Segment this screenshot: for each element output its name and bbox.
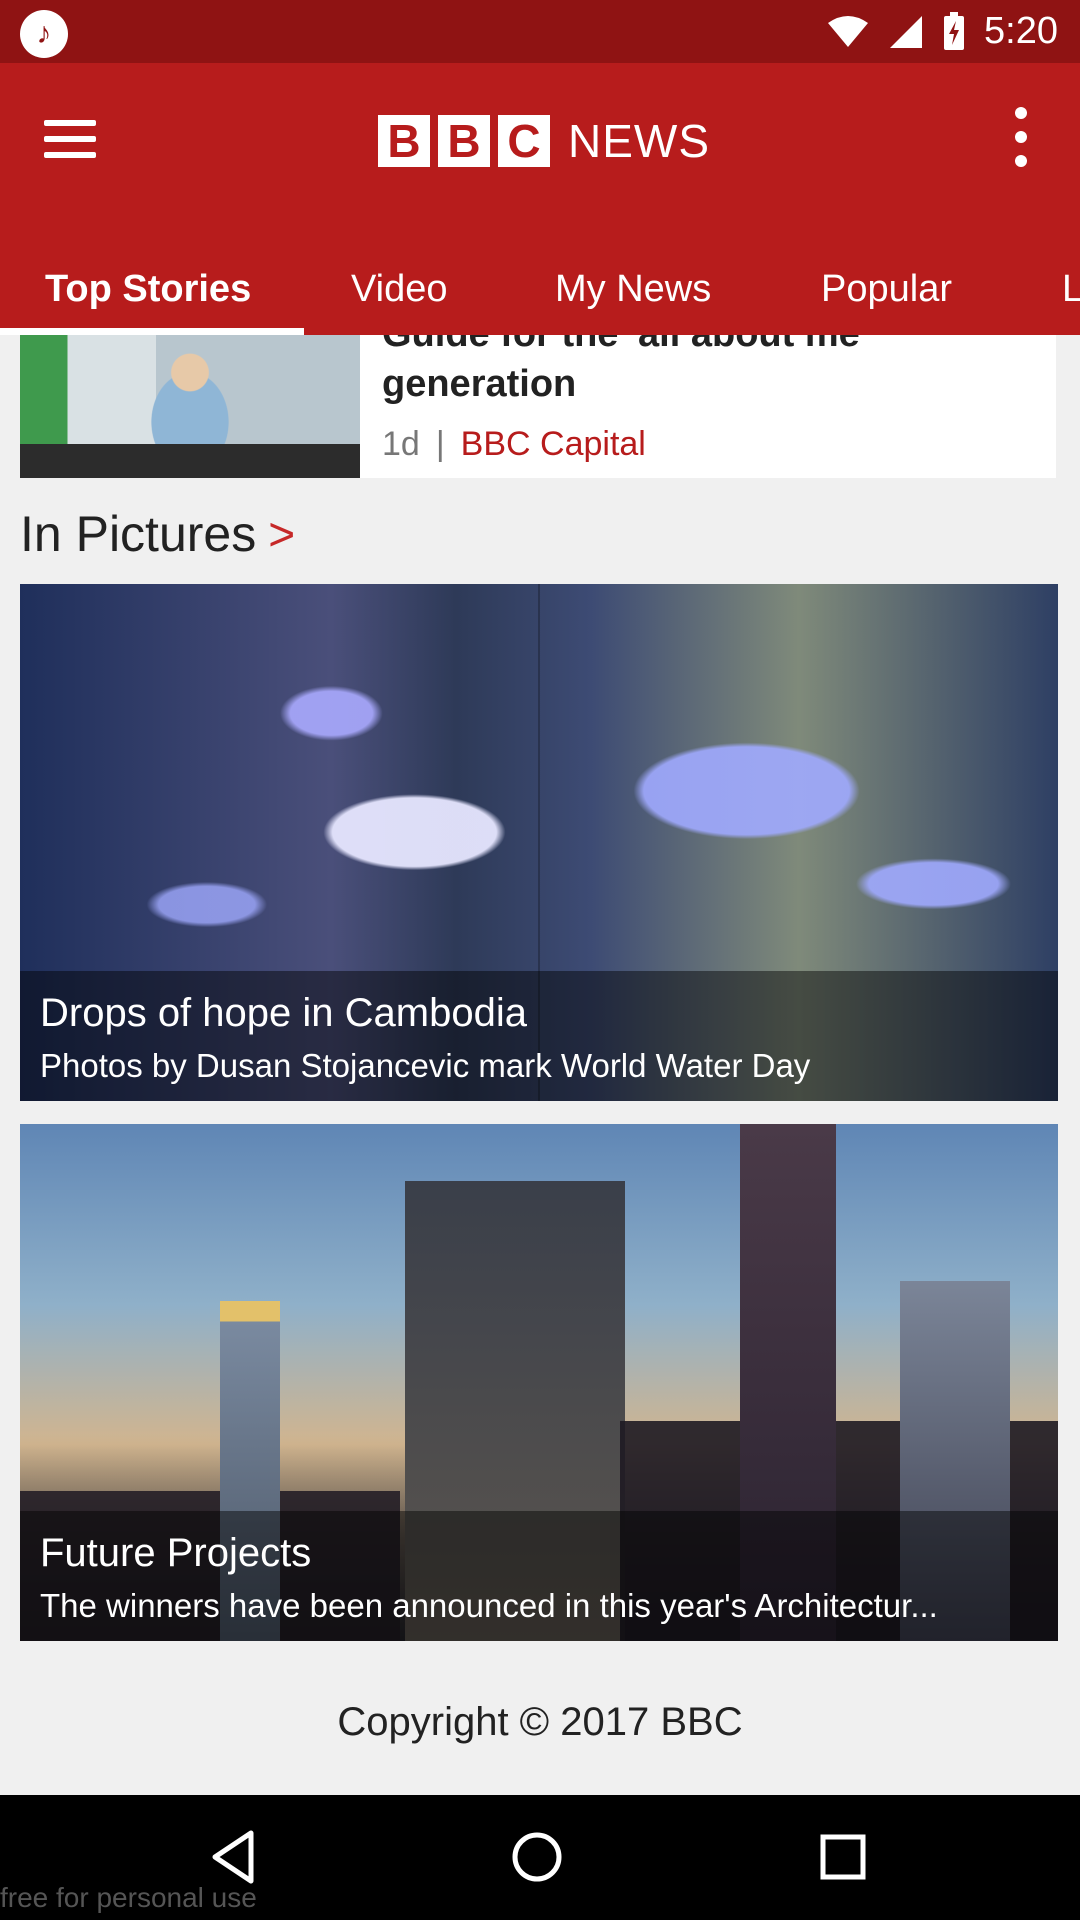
battery-charging-icon <box>944 11 965 50</box>
picture-subtitle: Photos by Dusan Stojancevic mark World W… <box>40 1047 811 1084</box>
copyright-text: Copyright © 2017 BBC <box>337 1700 743 1744</box>
tab-next-partial[interactable]: L <box>1062 243 1080 335</box>
recents-icon[interactable] <box>813 1827 873 1887</box>
status-icons: 5:20 <box>826 0 1058 63</box>
cell-signal-icon <box>890 15 923 48</box>
tab-popular[interactable]: Popular <box>821 243 952 335</box>
tab-my-news[interactable]: My News <box>555 243 711 335</box>
chevron-right-icon: > <box>268 508 296 560</box>
screen: ♪ 5:20 B B C NEWS Top Stories Video My N… <box>0 0 1080 1920</box>
story-age: 1d <box>382 425 420 463</box>
logo-word-news: NEWS <box>568 115 710 167</box>
tab-video[interactable]: Video <box>351 243 448 335</box>
picture-caption: Drops of hope in Cambodia Photos by Dusa… <box>20 971 1058 1101</box>
meta-separator: | <box>435 425 445 463</box>
system-nav-bar: free for personal use <box>0 1795 1080 1920</box>
story-source[interactable]: BBC Capital <box>461 425 646 464</box>
story-card[interactable]: Guide for the 'all about me' generation … <box>20 335 1056 478</box>
story-meta: 1d | BBC Capital <box>382 425 646 464</box>
story-title: Guide for the 'all about me' generation <box>382 335 869 405</box>
tab-top-stories[interactable]: Top Stories <box>45 243 251 335</box>
picture-card-drops-of-hope[interactable]: Drops of hope in Cambodia Photos by Dusa… <box>20 584 1058 1101</box>
logo-letter-b1: B <box>378 115 430 167</box>
section-title: In Pictures <box>20 506 257 562</box>
logo-letter-b2: B <box>438 115 490 167</box>
back-icon[interactable] <box>205 1827 265 1887</box>
story-thumbnail <box>20 335 360 478</box>
in-pictures-header[interactable]: In Pictures > <box>20 505 295 563</box>
tab-indicator <box>0 328 304 335</box>
logo-letter-c: C <box>498 115 550 167</box>
picture-subtitle: The winners have been announced in this … <box>40 1587 938 1624</box>
status-bar: ♪ 5:20 <box>0 0 1080 63</box>
picture-card-future-projects[interactable]: Future Projects The winners have been an… <box>20 1124 1058 1641</box>
home-icon[interactable] <box>507 1827 567 1887</box>
picture-title: Drops of hope in Cambodia <box>40 991 527 1035</box>
bbc-news-logo: B B C NEWS <box>378 111 710 171</box>
picture-caption: Future Projects The winners have been an… <box>20 1511 1058 1641</box>
app-bar: B B C NEWS Top Stories Video My News Pop… <box>0 63 1080 335</box>
music-note-icon: ♪ <box>20 10 68 58</box>
hamburger-menu-icon[interactable] <box>44 111 100 167</box>
wifi-icon <box>828 15 869 47</box>
clock: 5:20 <box>984 10 1058 52</box>
tab-bar: Top Stories Video My News Popular L <box>0 243 1080 335</box>
watermark-text: free for personal use <box>0 1882 257 1913</box>
overflow-menu-icon[interactable] <box>1006 107 1036 167</box>
picture-title: Future Projects <box>40 1531 312 1575</box>
